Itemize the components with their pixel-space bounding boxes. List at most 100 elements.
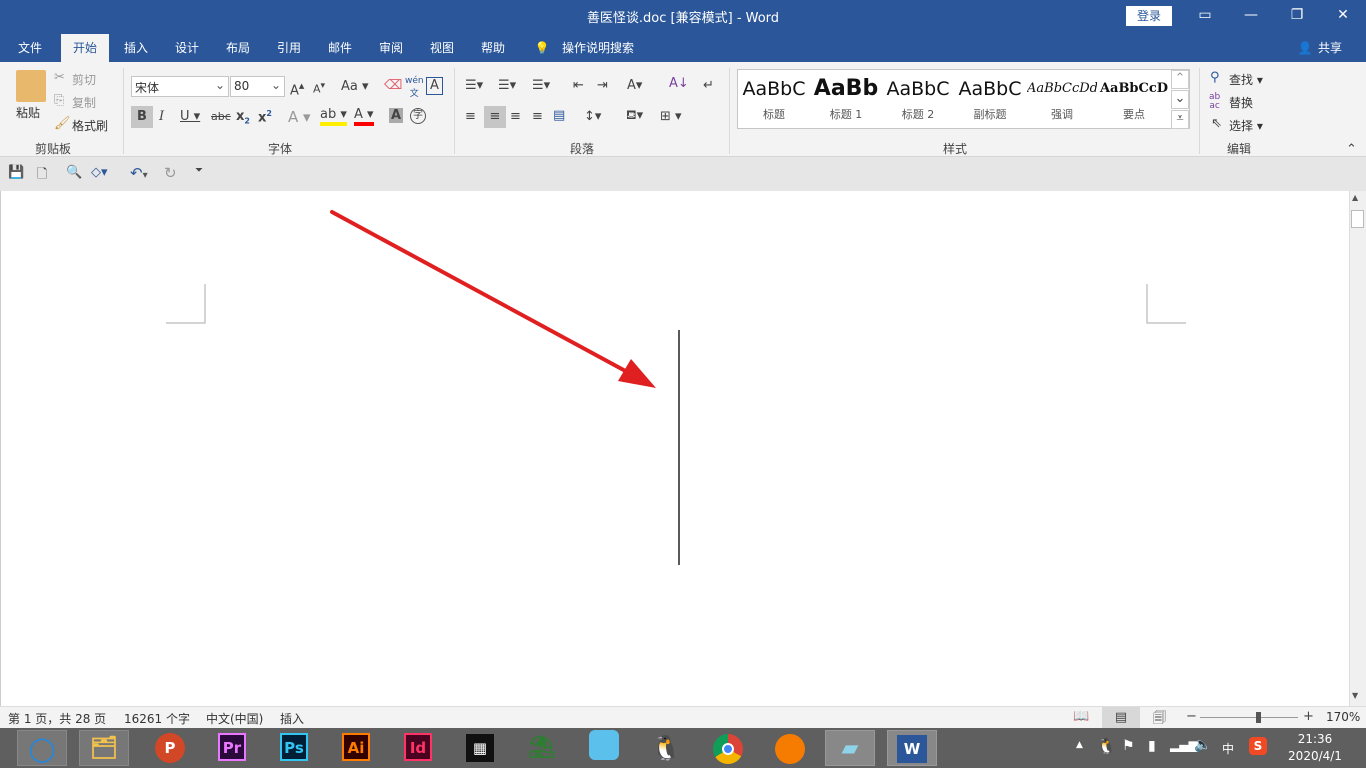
phonetic-guide-icon[interactable]: wén 文	[405, 76, 424, 99]
page-count[interactable]: 第 1 页，共 28 页	[8, 710, 106, 727]
shading-icon[interactable]: ⛾▾	[626, 108, 643, 125]
zoom-slider[interactable]	[1200, 717, 1298, 718]
character-border-icon[interactable]: A	[426, 77, 443, 95]
insert-mode[interactable]: 插入	[280, 710, 304, 727]
taskbar-app-cat[interactable]	[579, 730, 629, 766]
change-case-button[interactable]: Aa ▾	[341, 79, 369, 94]
strikethrough-icon[interactable]: abc	[211, 110, 231, 123]
underline-icon[interactable]: U ▾	[180, 109, 200, 124]
taskbar-premiere[interactable]: Pr	[207, 730, 257, 766]
enclose-characters-icon[interactable]: 字	[410, 108, 426, 124]
network-flag-icon[interactable]: ⚑	[1122, 738, 1135, 754]
ime-indicator[interactable]: 中	[1222, 740, 1234, 757]
subscript-icon[interactable]: x2	[236, 109, 250, 126]
undo-icon[interactable]: ↶▾	[130, 164, 148, 182]
new-document-icon[interactable]: 🗋	[37, 165, 47, 187]
character-shading-icon[interactable]: A	[389, 108, 403, 123]
paste-icon[interactable]	[16, 70, 46, 102]
align-center-icon[interactable]: ≡	[484, 106, 506, 128]
style-heading-2[interactable]: AaBbC 标题 2	[883, 70, 953, 128]
draw-shape-icon[interactable]: ◇▾	[91, 165, 108, 180]
battery-icon[interactable]: ▮	[1148, 738, 1156, 754]
font-size-select[interactable]: 80 ⌄	[230, 76, 285, 97]
tell-me-search[interactable]: 操作说明搜索	[558, 34, 638, 62]
share-button[interactable]: 共享	[1314, 34, 1346, 62]
styles-scroll-down[interactable]: ⌄	[1171, 90, 1189, 109]
tab-design[interactable]: 设计	[165, 34, 209, 62]
close-button[interactable]: ✕	[1320, 0, 1366, 30]
word-count[interactable]: 16261 个字	[124, 710, 190, 727]
taskbar-app-orange[interactable]	[765, 730, 815, 766]
print-layout-icon[interactable]: ▤	[1102, 707, 1140, 728]
tab-layout[interactable]: 布局	[216, 34, 260, 62]
clear-formatting-icon[interactable]: ⌫	[384, 78, 402, 93]
ribbon-display-options-icon[interactable]: ▭	[1182, 0, 1228, 30]
scroll-down-arrow[interactable]: ▼	[1352, 691, 1358, 700]
taskbar-illustrator[interactable]: Ai	[331, 730, 381, 766]
language[interactable]: 中文(中国)	[206, 710, 263, 727]
styles-scroll-up[interactable]: ⌃	[1171, 70, 1189, 89]
maximize-button[interactable]: ❐	[1274, 0, 1320, 30]
vertical-scrollbar[interactable]: ▲ ▼	[1349, 191, 1366, 706]
superscript-icon[interactable]: x2	[258, 109, 272, 125]
borders-icon[interactable]: ⊞ ▾	[660, 109, 682, 124]
scroll-thumb[interactable]	[1351, 210, 1364, 228]
justify-icon[interactable]: ≡	[532, 109, 543, 124]
taskbar-notepad[interactable]: ▰	[825, 730, 875, 766]
format-painter-button[interactable]: 格式刷	[72, 117, 108, 134]
font-name-select[interactable]: 宋体 ⌄	[131, 76, 229, 97]
tab-help[interactable]: 帮助	[471, 34, 515, 62]
sort-icon[interactable]: A↓	[669, 76, 689, 91]
clock-time[interactable]: 21:36	[1283, 732, 1347, 746]
increase-indent-icon[interactable]: ⇥	[597, 78, 608, 93]
print-preview-icon[interactable]: 🔍	[66, 165, 82, 180]
taskbar-browser[interactable]: ◯	[17, 730, 67, 766]
tab-view[interactable]: 视图	[420, 34, 464, 62]
asian-layout-icon[interactable]: A▾	[627, 78, 642, 93]
zoom-out-button[interactable]: −	[1186, 709, 1197, 724]
copy-button[interactable]: 复制	[72, 94, 96, 111]
taskbar-indesign[interactable]: Id	[393, 730, 443, 766]
tab-home[interactable]: 开始	[61, 34, 109, 62]
font-color-icon[interactable]: A ▾	[354, 107, 374, 126]
select-button[interactable]: 选择 ▾	[1229, 117, 1263, 134]
styles-more[interactable]: ⩡	[1171, 110, 1189, 129]
tab-review[interactable]: 审阅	[369, 34, 413, 62]
align-left-icon[interactable]: ≡	[465, 109, 476, 124]
tab-file[interactable]: 文件	[8, 34, 52, 62]
cut-button[interactable]: 剪切	[72, 71, 96, 88]
zoom-in-button[interactable]: +	[1303, 709, 1314, 724]
collapse-ribbon-icon[interactable]: ⌃	[1346, 142, 1357, 157]
text-effects-icon[interactable]: A ▾	[288, 108, 311, 126]
decrease-indent-icon[interactable]: ⇤	[573, 78, 584, 93]
style-title[interactable]: AaBbC 标题	[739, 70, 809, 128]
align-right-icon[interactable]: ≡	[510, 109, 521, 124]
taskbar-video-editor[interactable]: ▦	[455, 730, 505, 766]
grow-font-icon[interactable]: A▴	[290, 79, 304, 98]
find-button[interactable]: 查找 ▾	[1229, 71, 1263, 88]
document-canvas[interactable]	[0, 191, 1349, 706]
distributed-icon[interactable]: ▤	[553, 108, 565, 123]
scroll-up-arrow[interactable]: ▲	[1352, 193, 1358, 202]
login-button[interactable]: 登录	[1126, 6, 1172, 26]
style-strong[interactable]: AaBbCcD 要点	[1099, 70, 1169, 128]
highlight-icon[interactable]: ab ▾	[320, 107, 347, 126]
zoom-level[interactable]: 170%	[1326, 710, 1360, 724]
tab-insert[interactable]: 插入	[114, 34, 158, 62]
read-mode-icon[interactable]: 📖	[1073, 709, 1089, 724]
line-spacing-icon[interactable]: ↕▾	[584, 109, 601, 124]
taskbar-photoshop[interactable]: Ps	[269, 730, 319, 766]
taskbar-chrome[interactable]	[703, 730, 753, 766]
taskbar-powerpoint[interactable]: P	[145, 730, 195, 766]
minimize-button[interactable]: —	[1228, 0, 1274, 30]
show-hidden-icons[interactable]: ▲	[1076, 740, 1083, 750]
customize-qat-icon[interactable]: ⏷	[195, 165, 203, 176]
tab-mailings[interactable]: 邮件	[318, 34, 362, 62]
paste-button[interactable]: 粘贴	[16, 104, 40, 121]
taskbar-app-umbrella[interactable]: ⛱	[517, 730, 567, 766]
tab-references[interactable]: 引用	[267, 34, 311, 62]
redo-icon[interactable]: ↻	[164, 164, 177, 182]
qq-tray-icon[interactable]: 🐧	[1097, 737, 1116, 755]
shrink-font-icon[interactable]: A▾	[313, 80, 325, 96]
volume-icon[interactable]: 🔈	[1194, 737, 1211, 753]
